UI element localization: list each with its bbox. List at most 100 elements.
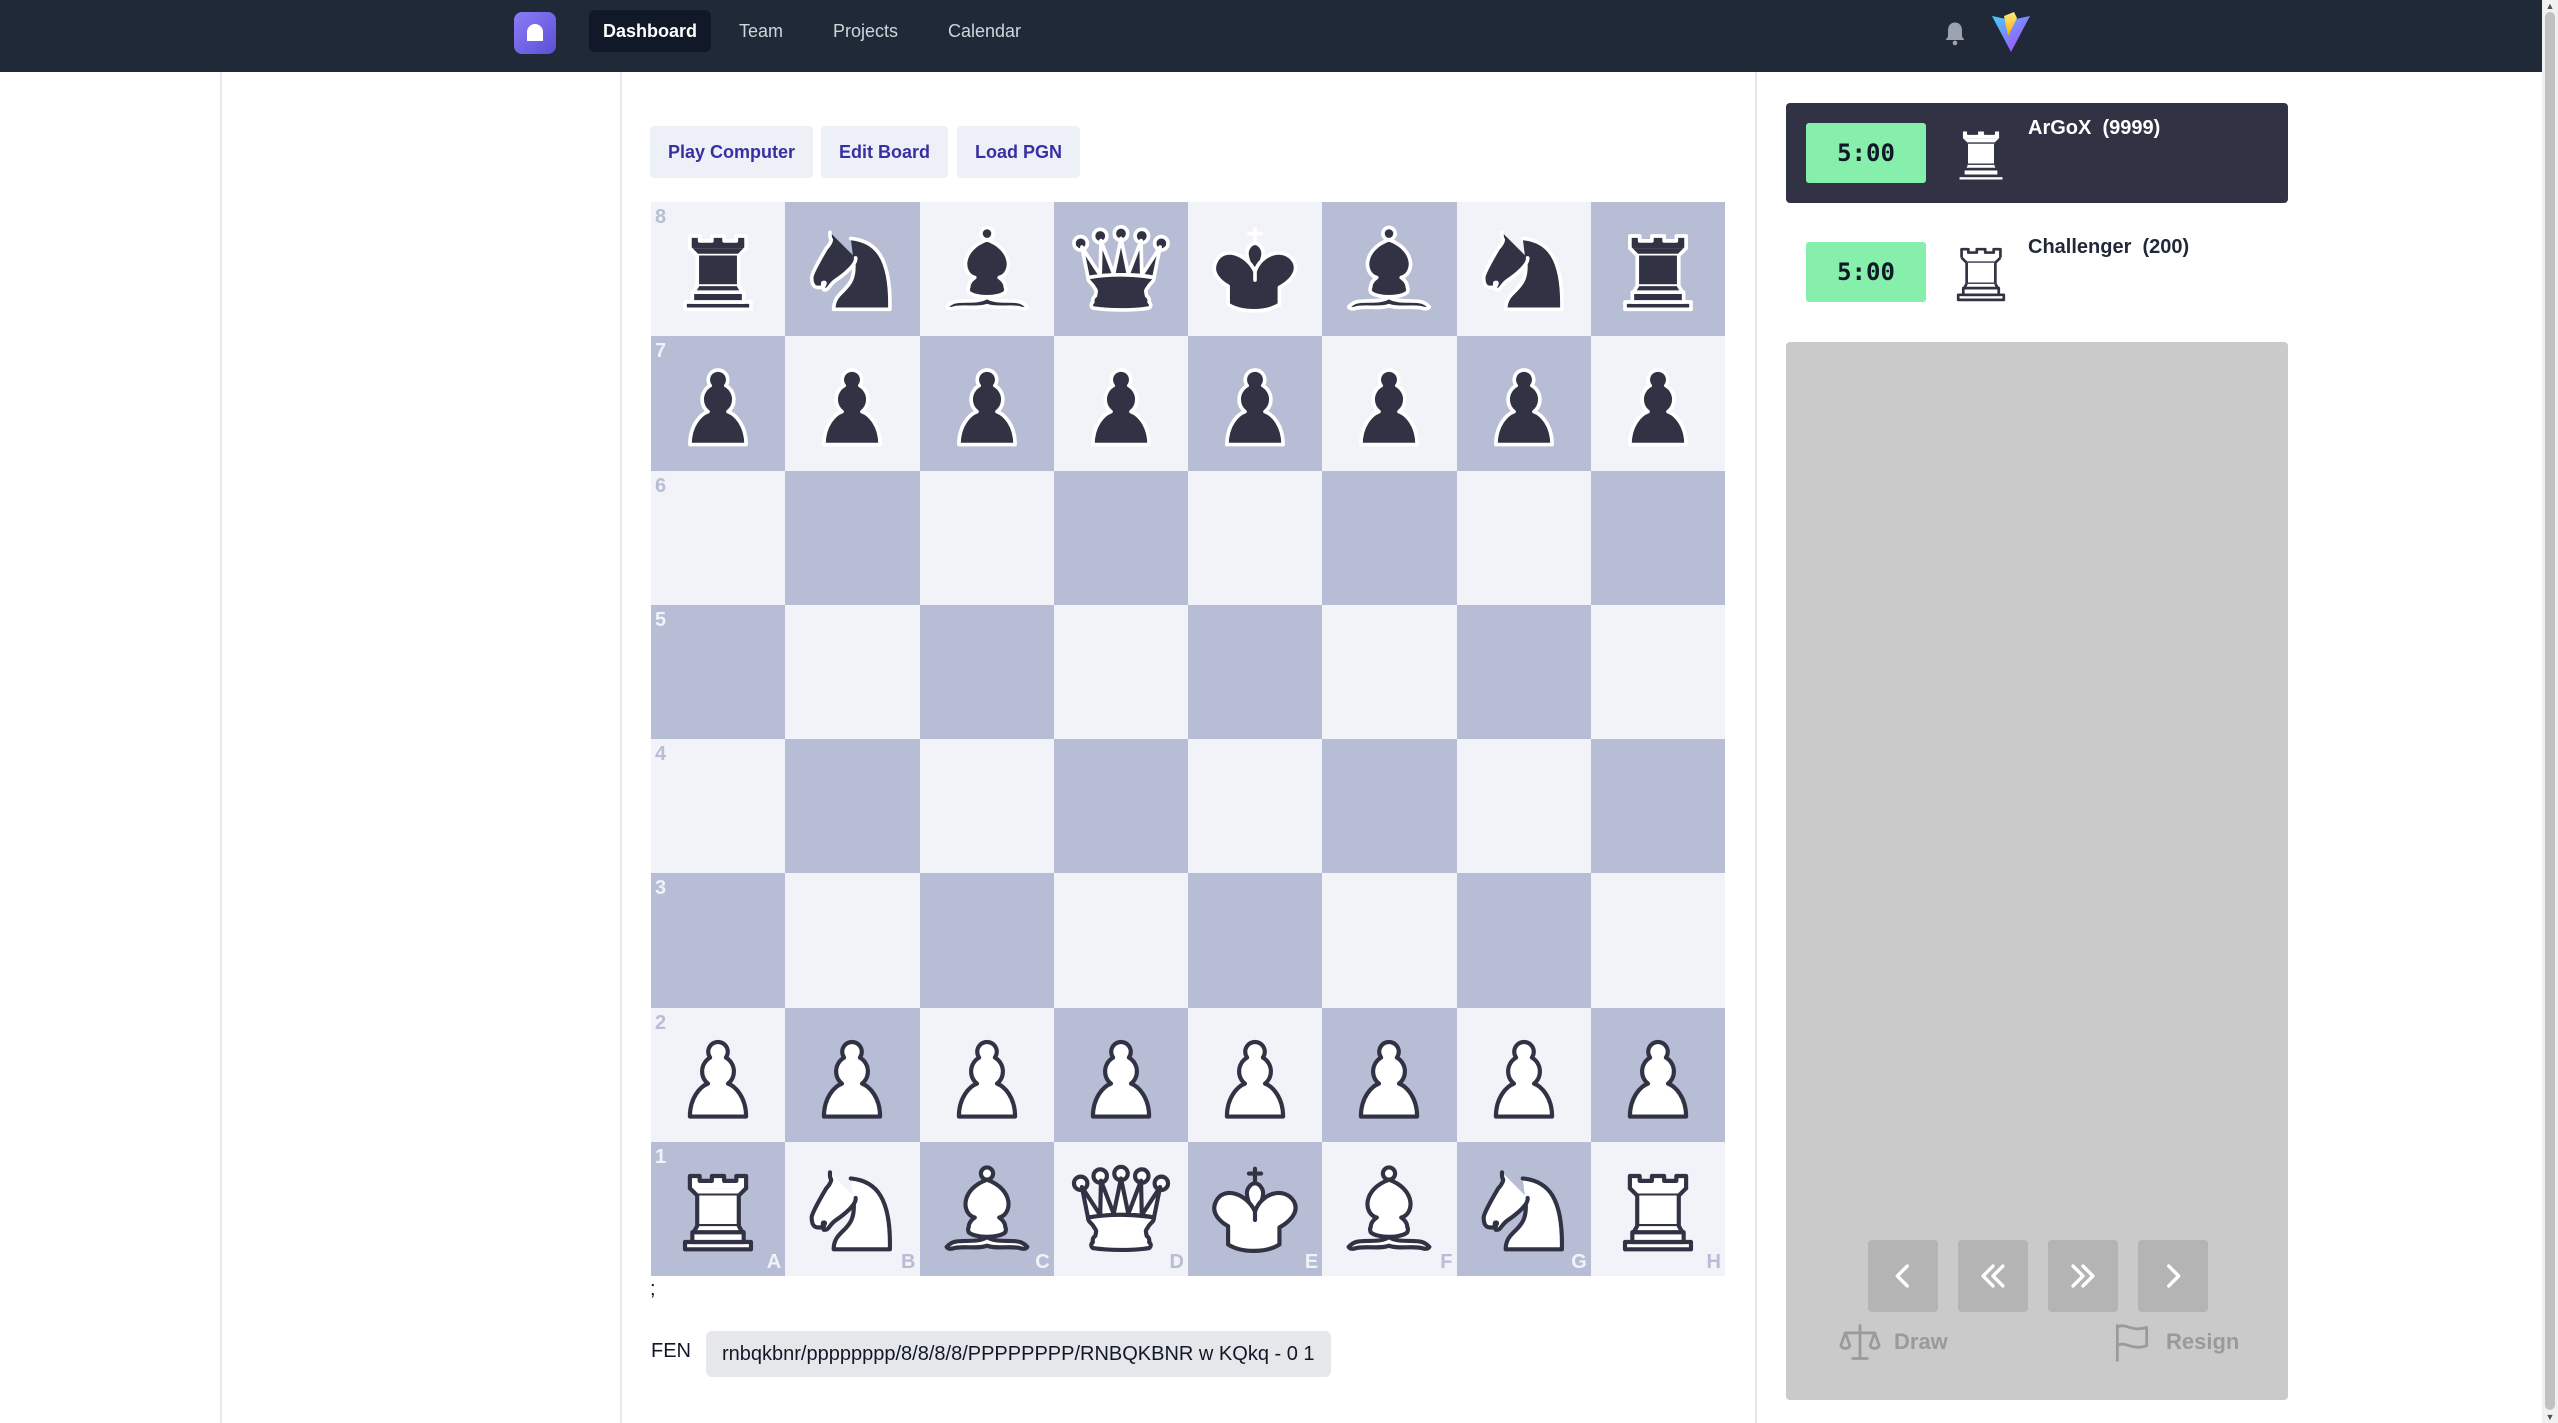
square-e7[interactable] — [1188, 336, 1323, 471]
scrollbar-thumb[interactable] — [2545, 12, 2555, 1410]
square-f8[interactable] — [1322, 202, 1457, 337]
black-pawn-icon[interactable] — [663, 348, 773, 458]
square-b4[interactable] — [785, 739, 920, 874]
square-d3[interactable] — [1053, 873, 1188, 1008]
load-pgn-button[interactable]: Load PGN — [957, 126, 1081, 178]
square-d7[interactable] — [1053, 336, 1188, 471]
square-h5[interactable] — [1590, 604, 1725, 739]
resign-button[interactable]: Resign — [2110, 1318, 2239, 1366]
square-c7[interactable] — [919, 336, 1054, 471]
square-a5[interactable]: 5 — [651, 604, 786, 739]
black-pawn-icon[interactable] — [1334, 348, 1444, 458]
first-move-button[interactable] — [1958, 1240, 2028, 1312]
square-a7[interactable]: 7 — [651, 336, 786, 471]
square-g7[interactable] — [1456, 336, 1591, 471]
scroll-down-arrow-icon[interactable]: ▼ — [2542, 1411, 2558, 1423]
square-h6[interactable] — [1590, 470, 1725, 605]
square-e8[interactable] — [1188, 202, 1323, 337]
black-knight-icon[interactable] — [797, 214, 907, 324]
black-rook-icon[interactable] — [663, 214, 773, 324]
chess-board[interactable]: 87654321ABCDEFGH — [651, 202, 1725, 1276]
square-f5[interactable] — [1322, 604, 1457, 739]
square-h3[interactable] — [1590, 873, 1725, 1008]
square-c3[interactable] — [919, 873, 1054, 1008]
square-a1[interactable]: 1A — [651, 1141, 786, 1276]
square-e2[interactable] — [1188, 1007, 1323, 1142]
black-knight-icon[interactable] — [1469, 214, 1579, 324]
app-logo[interactable] — [514, 12, 556, 54]
square-a2[interactable]: 2 — [651, 1007, 786, 1142]
square-f1[interactable]: F — [1322, 1141, 1457, 1276]
square-g8[interactable] — [1456, 202, 1591, 337]
vertical-scrollbar[interactable]: ▲ ▼ — [2542, 0, 2558, 1423]
square-e5[interactable] — [1188, 604, 1323, 739]
square-b5[interactable] — [785, 604, 920, 739]
square-a6[interactable]: 6 — [651, 470, 786, 605]
square-c8[interactable] — [919, 202, 1054, 337]
white-king-icon[interactable] — [1200, 1154, 1310, 1264]
square-g1[interactable]: G — [1456, 1141, 1591, 1276]
white-bishop-icon[interactable] — [1334, 1154, 1444, 1264]
nav-projects[interactable]: Projects — [819, 10, 912, 52]
scroll-up-arrow-icon[interactable]: ▲ — [2542, 0, 2558, 12]
square-f7[interactable] — [1322, 336, 1457, 471]
next-move-button[interactable] — [2138, 1240, 2208, 1312]
square-h1[interactable]: H — [1590, 1141, 1725, 1276]
fen-field[interactable]: rnbqkbnr/pppppppp/8/8/8/8/PPPPPPPP/RNBQK… — [706, 1331, 1331, 1377]
square-f3[interactable] — [1322, 873, 1457, 1008]
square-b1[interactable]: B — [785, 1141, 920, 1276]
black-pawn-icon[interactable] — [1066, 348, 1176, 458]
square-c4[interactable] — [919, 739, 1054, 874]
square-h4[interactable] — [1590, 739, 1725, 874]
square-d4[interactable] — [1053, 739, 1188, 874]
square-a4[interactable]: 4 — [651, 739, 786, 874]
black-bishop-icon[interactable] — [932, 214, 1042, 324]
white-pawn-icon[interactable] — [932, 1020, 1042, 1130]
square-a3[interactable]: 3 — [651, 873, 786, 1008]
black-king-icon[interactable] — [1200, 214, 1310, 324]
square-h8[interactable] — [1590, 202, 1725, 337]
square-c6[interactable] — [919, 470, 1054, 605]
square-e3[interactable] — [1188, 873, 1323, 1008]
black-pawn-icon[interactable] — [932, 348, 1042, 458]
square-d5[interactable] — [1053, 604, 1188, 739]
square-d1[interactable]: D — [1053, 1141, 1188, 1276]
nav-team[interactable]: Team — [725, 10, 797, 52]
nav-dashboard[interactable]: Dashboard — [589, 10, 712, 52]
user-avatar-icon[interactable] — [1990, 10, 2032, 54]
square-e1[interactable]: E — [1188, 1141, 1323, 1276]
black-queen-icon[interactable] — [1066, 214, 1176, 324]
white-pawn-icon[interactable] — [1200, 1020, 1310, 1130]
square-d2[interactable] — [1053, 1007, 1188, 1142]
square-b7[interactable] — [785, 336, 920, 471]
black-pawn-icon[interactable] — [1469, 348, 1579, 458]
square-a8[interactable]: 8 — [651, 202, 786, 337]
edit-board-button[interactable]: Edit Board — [821, 126, 949, 178]
white-rook-icon[interactable] — [663, 1154, 773, 1264]
previous-move-button[interactable] — [1868, 1240, 1938, 1312]
square-e6[interactable] — [1188, 470, 1323, 605]
square-b8[interactable] — [785, 202, 920, 337]
square-d8[interactable] — [1053, 202, 1188, 337]
white-queen-icon[interactable] — [1066, 1154, 1176, 1264]
square-e4[interactable] — [1188, 739, 1323, 874]
square-g4[interactable] — [1456, 739, 1591, 874]
white-pawn-icon[interactable] — [1603, 1020, 1713, 1130]
square-c5[interactable] — [919, 604, 1054, 739]
square-g2[interactable] — [1456, 1007, 1591, 1142]
last-move-button[interactable] — [2048, 1240, 2118, 1312]
square-g5[interactable] — [1456, 604, 1591, 739]
square-f4[interactable] — [1322, 739, 1457, 874]
black-bishop-icon[interactable] — [1334, 214, 1444, 324]
black-pawn-icon[interactable] — [1200, 348, 1310, 458]
square-g3[interactable] — [1456, 873, 1591, 1008]
white-pawn-icon[interactable] — [1469, 1020, 1579, 1130]
square-h2[interactable] — [1590, 1007, 1725, 1142]
square-b3[interactable] — [785, 873, 920, 1008]
play-computer-button[interactable]: Play Computer — [650, 126, 814, 178]
white-pawn-icon[interactable] — [663, 1020, 773, 1130]
square-c2[interactable] — [919, 1007, 1054, 1142]
white-rook-icon[interactable] — [1603, 1154, 1713, 1264]
white-knight-icon[interactable] — [797, 1154, 907, 1264]
bell-icon[interactable] — [1941, 19, 1969, 47]
